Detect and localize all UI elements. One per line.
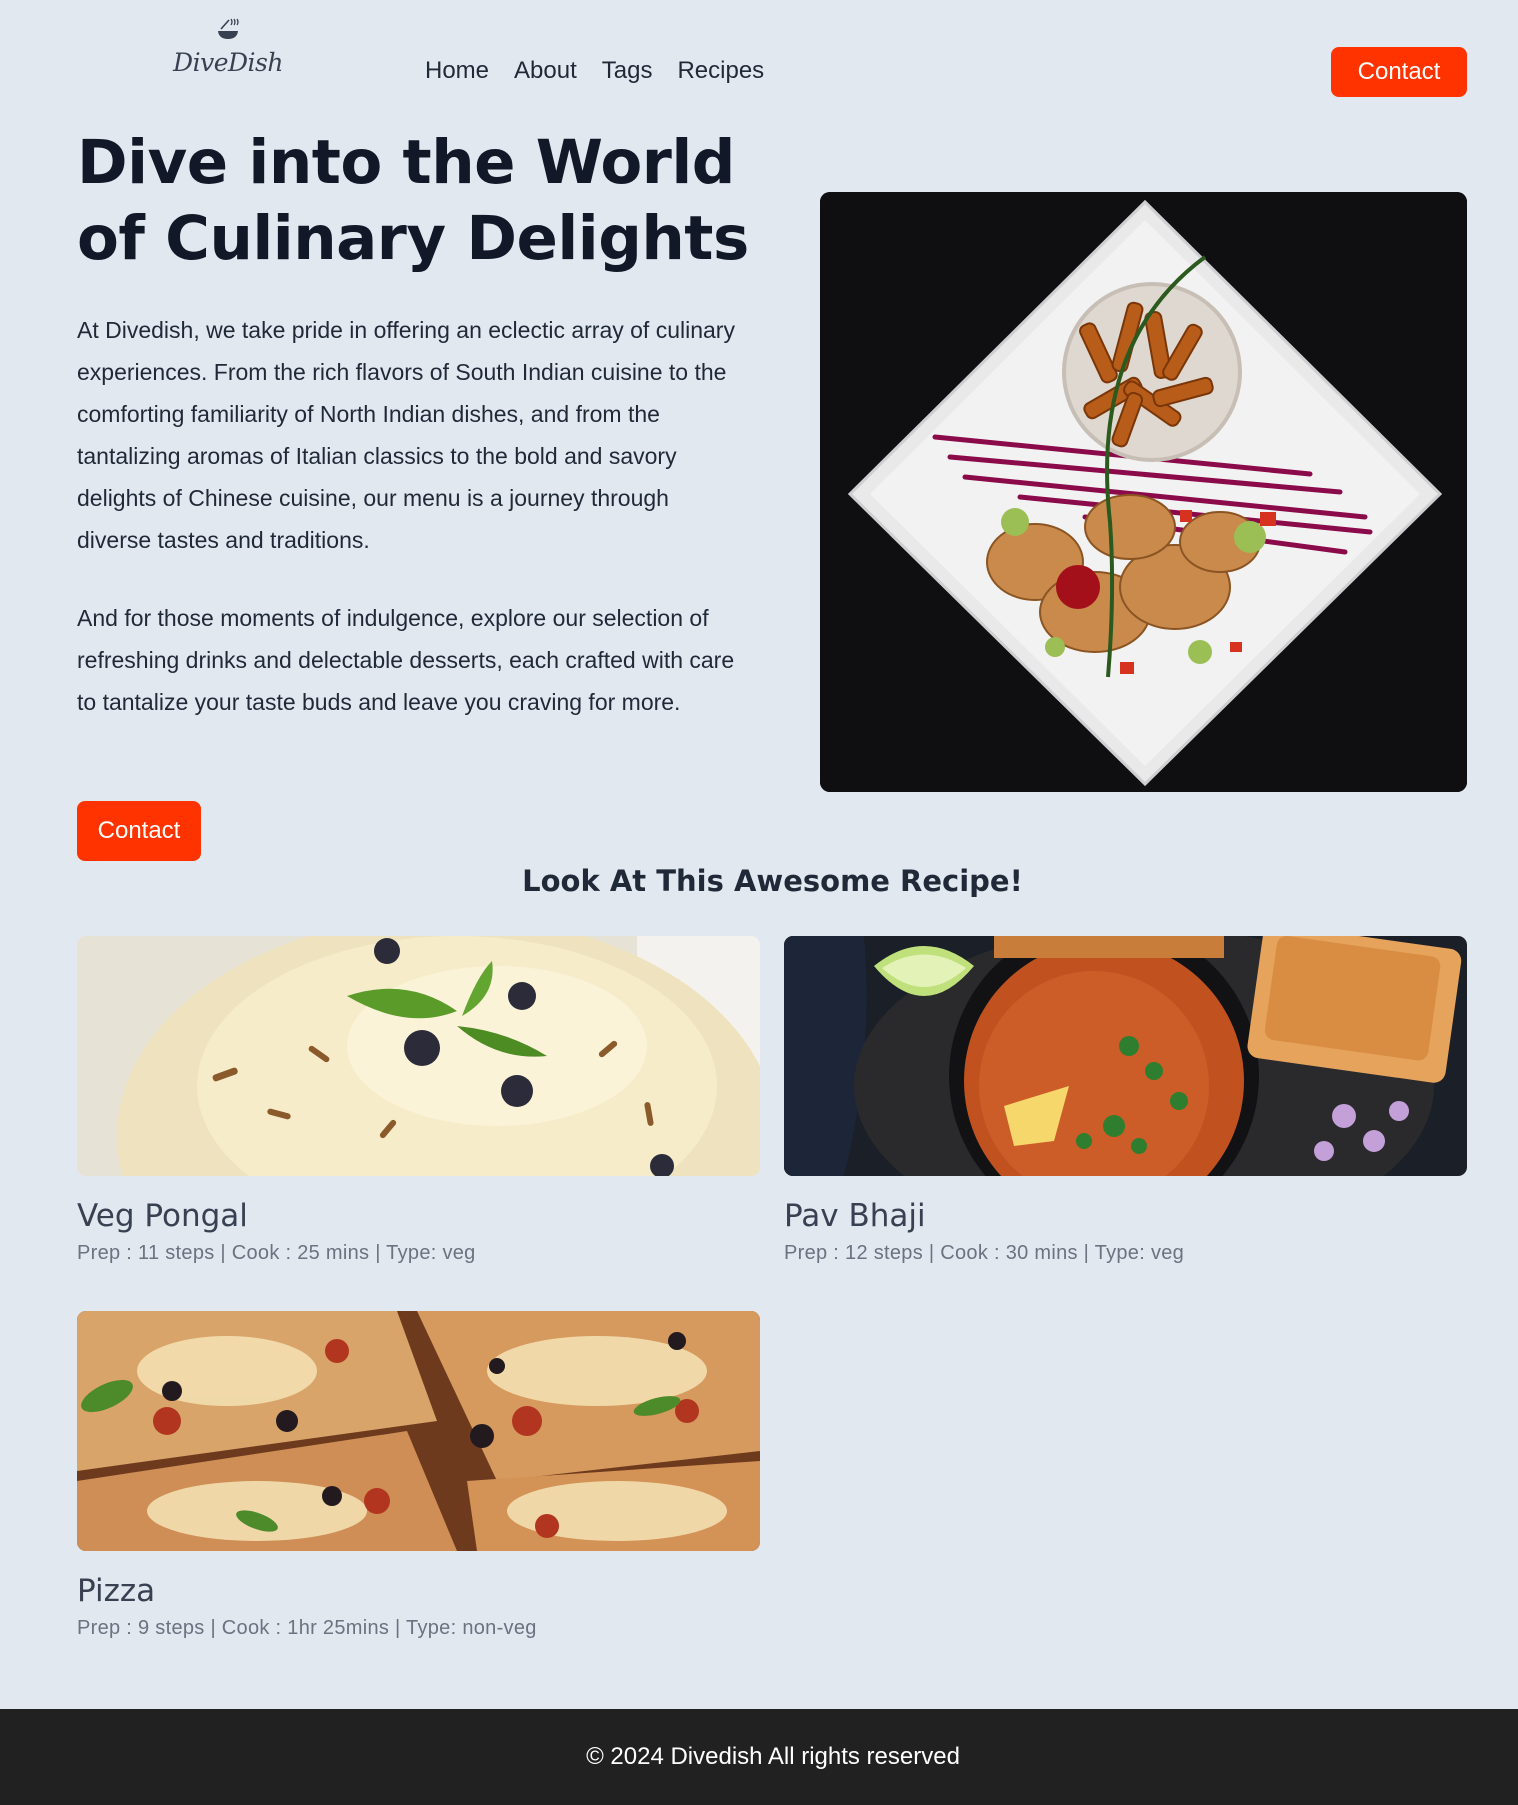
recipe-card-pav-bhaji[interactable]: Pav Bhaji Prep : 12 steps | Cook : 30 mi… [784,936,1467,1265]
recipe-image-veg-pongal [77,936,760,1176]
recipe-title[interactable]: Pav Bhaji [784,1198,1467,1234]
nav-home[interactable]: Home [425,57,489,85]
hero-contact-button[interactable]: Contact [77,801,201,861]
nav-recipes[interactable]: Recipes [677,57,764,85]
recipe-card-pizza[interactable]: Pizza Prep : 9 steps | Cook : 1hr 25mins… [77,1311,760,1640]
hero-food-image [820,192,1467,792]
nav-about[interactable]: About [514,57,577,85]
hero-paragraph-1: At Divedish, we take pride in offering a… [77,317,735,553]
brand-logo[interactable]: DiveDish [170,16,286,84]
recipe-meta: Prep : 11 steps | Cook : 25 mins | Type:… [77,1242,476,1264]
chef-bowl-icon [218,18,239,39]
recipes-section-title: Look At This Awesome Recipe! [522,864,1023,898]
hero-title: Dive into the World of Culinary Delights [77,127,749,274]
site-header: DiveDish Home About Tags Recipes Contact [0,0,1518,120]
recipe-image-pizza [77,1311,760,1551]
recipe-title[interactable]: Veg Pongal [77,1198,760,1234]
main-nav: Home About Tags Recipes [425,57,764,85]
recipe-meta: Prep : 12 steps | Cook : 30 mins | Type:… [784,1242,1185,1264]
copyright-text: © 2024 Divedish All rights reserved [586,1743,960,1770]
hero-paragraph-2: And for those moments of indulgence, exp… [77,605,735,715]
recipe-meta: Prep : 9 steps | Cook : 1hr 25mins | Typ… [77,1617,537,1639]
recipe-image-pav-bhaji [784,936,1467,1176]
header-contact-button[interactable]: Contact [1331,47,1467,97]
recipe-title[interactable]: Pizza [77,1573,760,1609]
recipe-card-veg-pongal[interactable]: Veg Pongal Prep : 11 steps | Cook : 25 m… [77,936,760,1265]
nav-tags[interactable]: Tags [602,57,653,85]
site-footer: © 2024 Divedish All rights reserved [0,1709,1518,1805]
brand-name: DiveDish [173,48,283,77]
